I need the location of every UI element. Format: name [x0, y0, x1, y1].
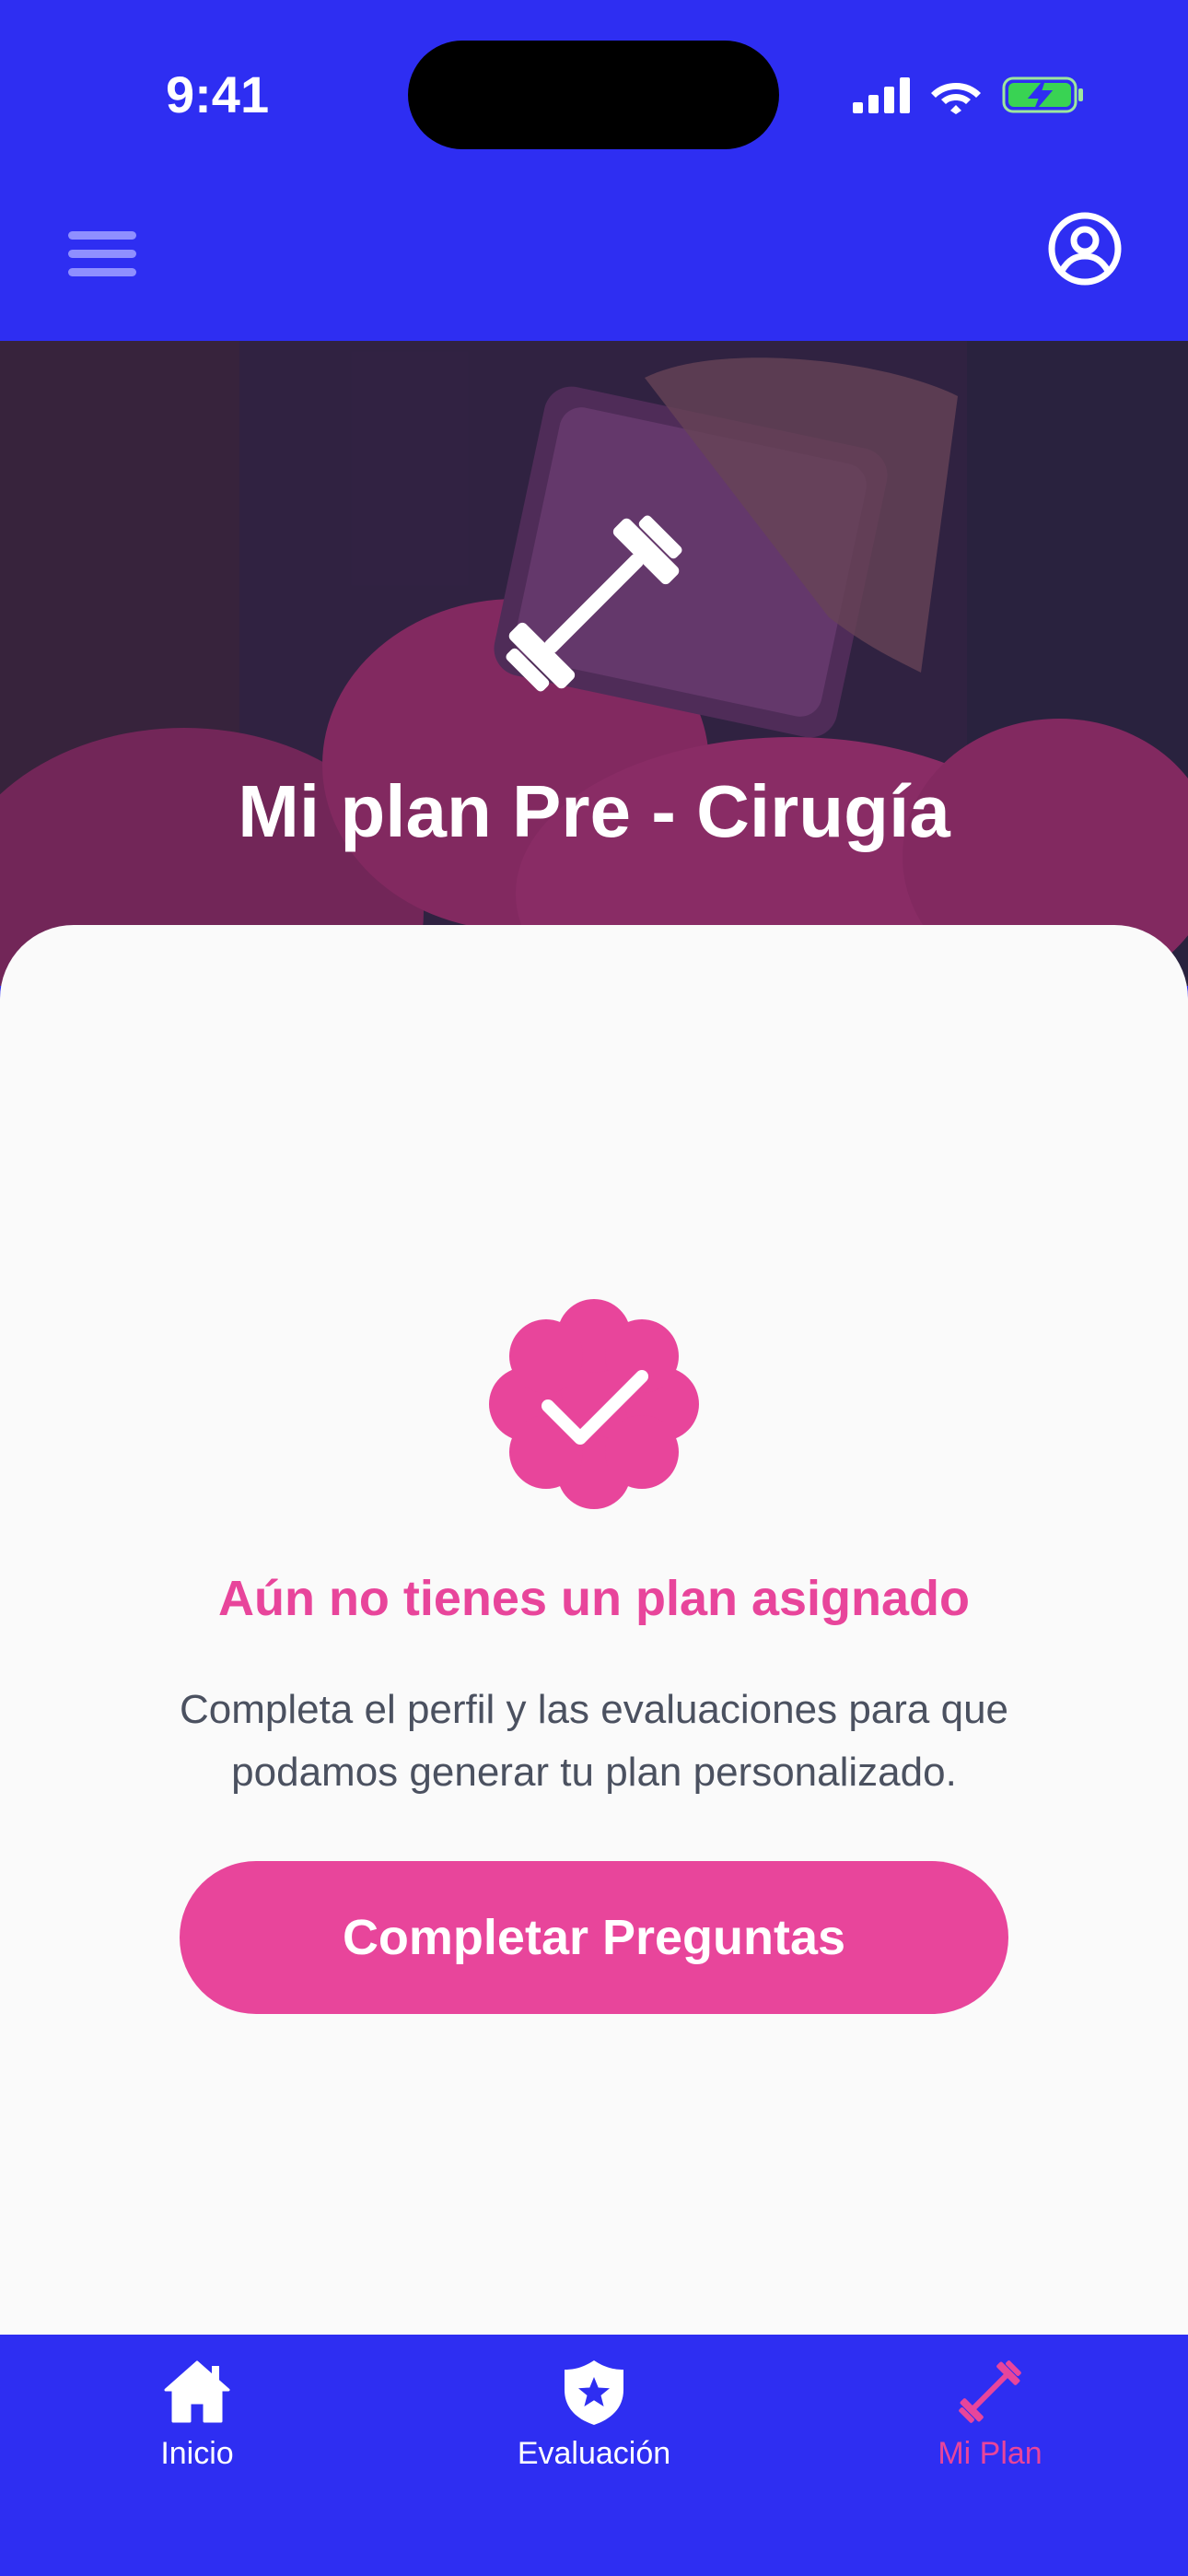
tab-evaluacion[interactable]: Evaluación [456, 2355, 732, 2493]
battery-charging-icon [1002, 76, 1083, 113]
hero-banner: Mi plan Pre - Cirugía [0, 341, 1188, 986]
home-icon [164, 2360, 230, 2423]
verified-check-badge-icon [489, 1299, 699, 1509]
tab-label: Evaluación [517, 2436, 671, 2471]
shield-star-icon [565, 2360, 623, 2425]
empty-state-description: Completa el perfil y las evaluaciones pa… [179, 1687, 1009, 1795]
tab-label: Inicio [160, 2436, 234, 2471]
status-time: 9:41 [166, 65, 270, 123]
dynamic-island [408, 41, 779, 149]
status-icons [853, 72, 1085, 118]
empty-state-title: Aún no tienes un plan asignado [217, 1571, 971, 1626]
content-card: Aún no tienes un plan asignado Completa … [0, 925, 1188, 2335]
tab-inicio[interactable]: Inicio [59, 2355, 335, 2493]
hamburger-menu-icon[interactable] [68, 221, 136, 286]
page-title: Mi plan Pre - Cirugía [238, 770, 950, 852]
complete-questions-button[interactable]: Completar Preguntas [180, 1861, 1008, 2014]
user-circle-icon[interactable] [1046, 210, 1124, 287]
tab-mi-plan[interactable]: Mi Plan [852, 2355, 1128, 2493]
dumbbell-icon [959, 2360, 1021, 2423]
wifi-icon [931, 83, 981, 114]
tab-label: Mi Plan [938, 2436, 1042, 2471]
bottom-tab-bar: Inicio Evaluación Mi Plan [0, 2335, 1188, 2576]
dumbbell-icon [506, 515, 682, 692]
cellular-signal-icon [853, 77, 910, 113]
app-header [0, 184, 1188, 341]
status-bar: 9:41 [0, 0, 1188, 184]
